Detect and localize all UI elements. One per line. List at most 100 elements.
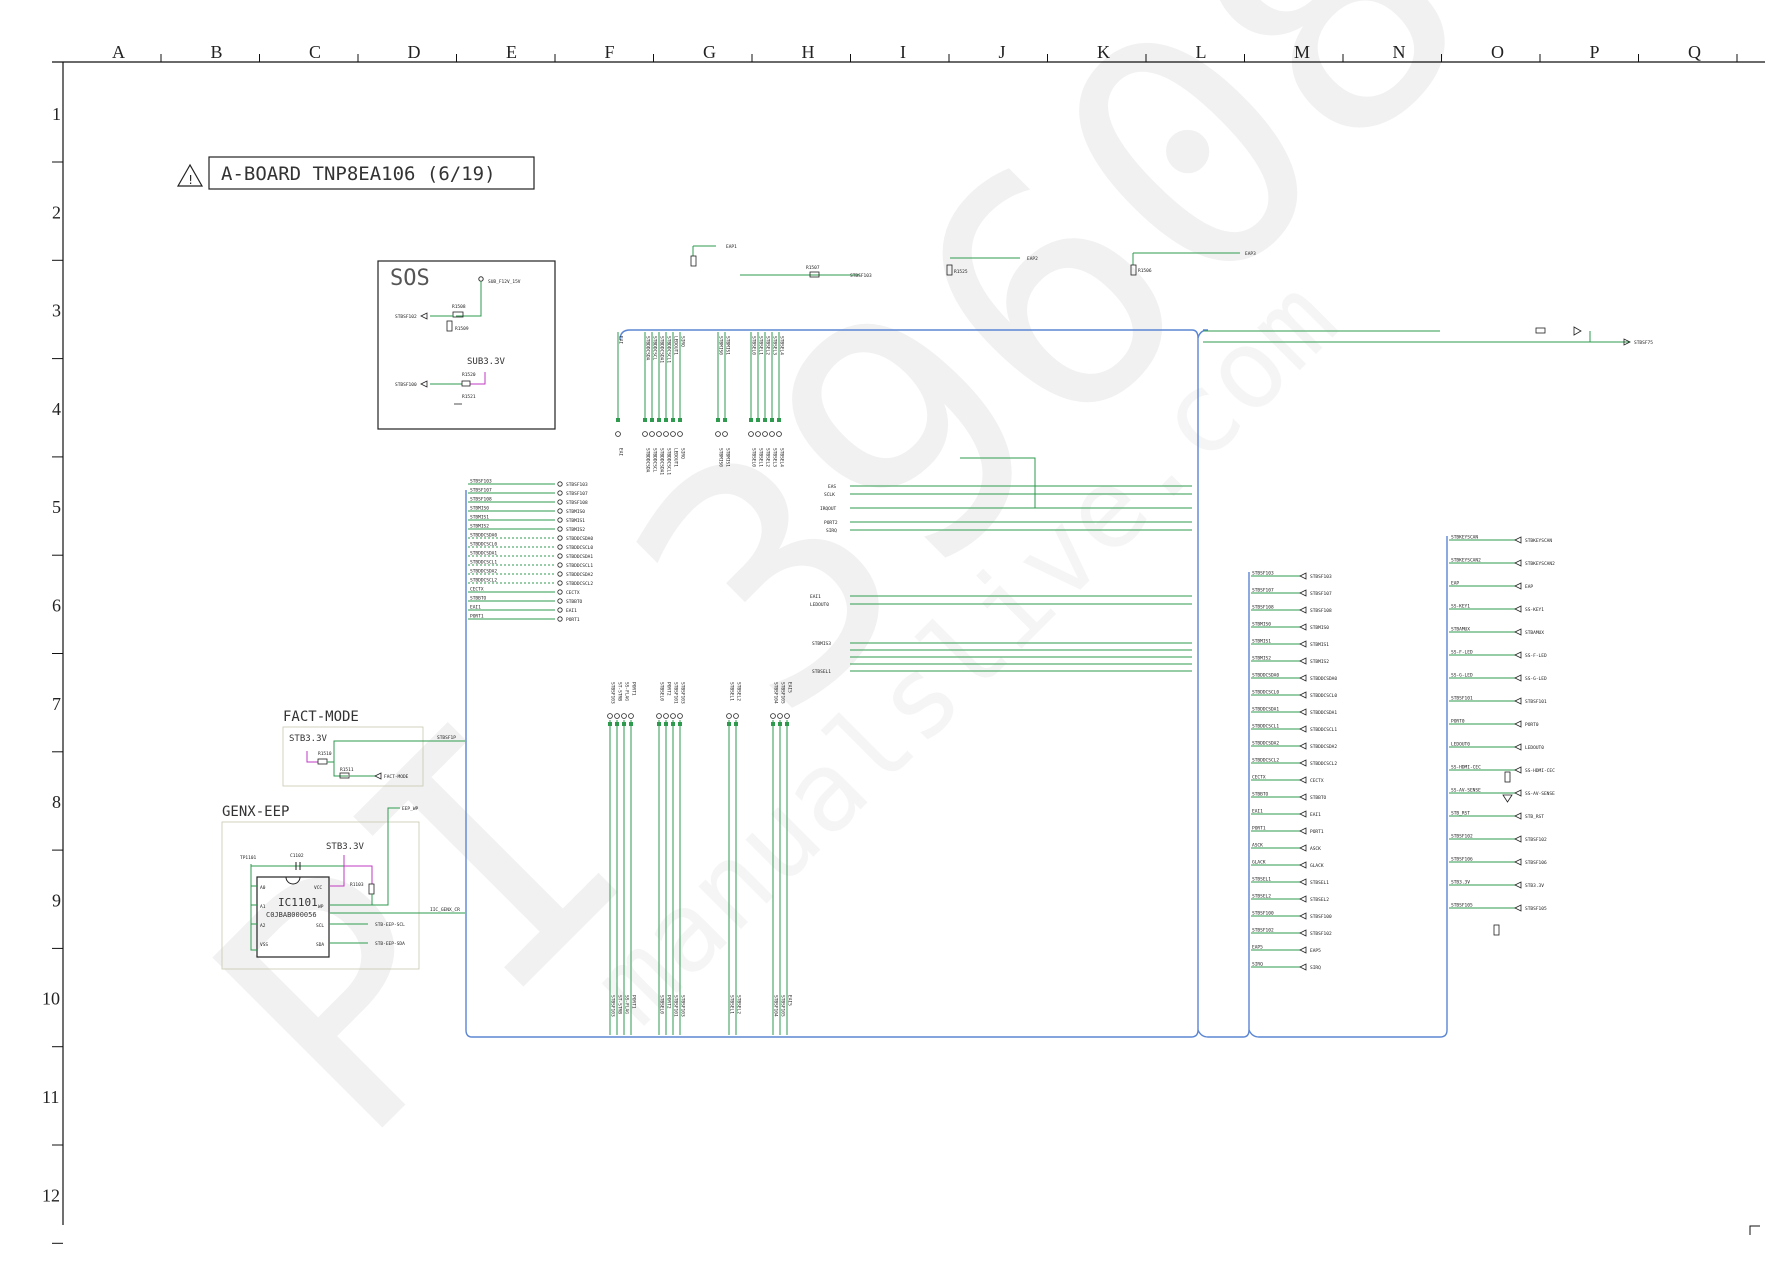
left-net-label-in: STBSF103 <box>470 479 492 485</box>
connector-net-label-in: STBMIS0 <box>1252 622 1271 628</box>
row-label: 9 <box>52 890 61 910</box>
bus-label-top-lower: LEDOUT1 <box>673 448 679 467</box>
far-right-net-label-out: LEDOUT0 <box>1525 745 1544 751</box>
far-right-net-label-in: STBSF106 <box>1451 857 1473 863</box>
junction-icon <box>657 418 661 422</box>
row-label: 10 <box>42 989 60 1009</box>
left-net-label-out: STBDDCSDA0 <box>566 536 593 542</box>
row-label: 11 <box>42 1087 59 1107</box>
warning-mark: ! <box>187 173 194 187</box>
bus-label-top: STBSEL2 <box>765 336 771 355</box>
connector-net-label-in: STBDDCSCL1 <box>1252 724 1279 730</box>
ic-pin-label: A0 <box>260 885 266 891</box>
far-right-net-label-out: PORT0 <box>1525 722 1539 728</box>
junction-icon <box>716 418 720 422</box>
ic-pin-label: A2 <box>260 923 266 929</box>
row-label: 4 <box>52 399 61 419</box>
connector-net-label-in: STBDDCSDA2 <box>1252 741 1279 747</box>
ic-pin-label: SDA <box>316 942 324 948</box>
far-right-net-label-out: STBKEYSCAN2 <box>1525 561 1555 567</box>
connector-net-label-out: STBMIS1 <box>1310 642 1329 648</box>
bus-label-bottom: STBSF104 <box>773 682 779 704</box>
far-right-net-label-out: STBSF106 <box>1525 860 1547 866</box>
left-net-label-out: STBSF107 <box>566 491 588 497</box>
connector-net-label-in: STBSEL1 <box>1252 877 1271 883</box>
column-label: D <box>408 42 421 62</box>
connector-net-label-in: STBBTO <box>1252 792 1269 798</box>
connector-net-label-out: STBDDCSDA2 <box>1310 744 1337 750</box>
bus-label-top: STBSEL1 <box>758 336 764 355</box>
column-label: Q <box>1688 42 1701 62</box>
top-net-label: EAP2 <box>1027 256 1038 262</box>
far-right-net-label-in: SS-F-LED <box>1451 650 1473 656</box>
connector-net-label-in: STBDDCSDA1 <box>1252 707 1279 713</box>
far-right-net-label-in: STBSF101 <box>1451 696 1473 702</box>
left-net-label-in: STBDDCSCL0 <box>470 542 497 548</box>
bus-label-bottom-lower: EAI5 <box>787 995 793 1006</box>
genx-eep-title: GENX-EEP <box>222 804 289 820</box>
far-right-net-label-in: SS-KEY1 <box>1451 604 1470 610</box>
far-right-net-label-in: STBKEYSCAN2 <box>1451 558 1481 564</box>
far-right-net-label-out: SS-F-LED <box>1525 653 1547 659</box>
column-label: B <box>211 42 223 62</box>
bus-label-bottom: STBSF103 <box>680 682 686 704</box>
connector-net-label-out: STBDDCSDA0 <box>1310 676 1337 682</box>
top-net-label: STBSF75 <box>1634 340 1653 346</box>
bus-label-top-lower: STBSEL4 <box>779 448 785 467</box>
left-net-label-out: STBMIS2 <box>566 527 585 533</box>
far-right-net-label-in: SS-HDMI-CEC <box>1451 765 1481 771</box>
bus-label-bottom: STBSF103 <box>610 682 616 704</box>
connector-net-label-out: CECTX <box>1310 778 1324 784</box>
connector-net-label-in: STBDDCSCL2 <box>1252 758 1279 764</box>
junction-icon <box>657 722 661 726</box>
connector-net-label-out: SIRQ <box>1310 965 1321 971</box>
far-right-net-label-out: SS-G-LED <box>1525 676 1547 682</box>
bus-label-top-lower: SIRQ <box>680 448 686 459</box>
junction-icon <box>756 418 760 422</box>
junction-icon <box>785 722 789 726</box>
ic-pin-label: VCC <box>314 885 322 891</box>
top-net-label: R1525 <box>954 269 968 275</box>
left-net-label-out: PORT1 <box>566 617 580 623</box>
sos-net-label: STBSF102 <box>395 314 417 320</box>
far-right-net-label-in: STBSF102 <box>1451 834 1473 840</box>
connector-net-label-out: STBSF102 <box>1310 931 1332 937</box>
far-right-net-label-in: STBKEYSCAN <box>1451 535 1478 541</box>
bus-label-top-lower: STBMIS0 <box>718 448 724 467</box>
left-net-label-out: STBDDCSCL1 <box>566 563 593 569</box>
bus-label-bottom-lower: STBSEL2 <box>736 995 742 1014</box>
column-label: F <box>605 42 615 62</box>
left-net-label-out: STBDDCSDA1 <box>566 554 593 560</box>
fact-resistor-label: R1511 <box>340 767 354 773</box>
connector-net-label-out: STBDDCSCL2 <box>1310 761 1337 767</box>
junction-icon <box>678 418 682 422</box>
genx-net-label: STB-EEP-SDA <box>375 941 405 947</box>
fact-net-label: FACT-MODE <box>384 774 409 780</box>
row-label: 6 <box>52 596 61 616</box>
bus-label-bottom-lower: SS-FLAG <box>624 995 630 1014</box>
bus-label-top: STBMIS1 <box>725 336 731 355</box>
bus-label-bottom-lower: STBSF104 <box>773 995 779 1017</box>
bus-label-bottom: SS-FLAG <box>624 682 630 701</box>
left-net-label-out: STBMIS1 <box>566 518 585 524</box>
fact-resistor-label: R1510 <box>318 751 332 757</box>
mid-net-label: LEDOUT0 <box>810 602 829 608</box>
far-right-net-label-out: SS-HDMI-CEC <box>1525 768 1555 774</box>
column-label: E <box>506 42 517 62</box>
connector-net-label-out: STBDDCSDA1 <box>1310 710 1337 716</box>
left-net-label-out: STBSF108 <box>566 500 588 506</box>
far-right-net-label-out: STBKEYSCAN <box>1525 538 1552 544</box>
column-label: C <box>309 42 321 62</box>
left-net-label-out: STBDDCSCL2 <box>566 581 593 587</box>
far-right-net-label-out: SS-AV-SENSE <box>1525 791 1555 797</box>
far-right-net-label-out: STBSF105 <box>1525 906 1547 912</box>
left-net-label-in: STBDDCSCL2 <box>470 578 497 584</box>
far-right-net-label-out: STBSF102 <box>1525 837 1547 843</box>
column-label: O <box>1491 42 1504 62</box>
genx-net-label: EEP_WP <box>402 806 419 812</box>
fact-net-label: STBSF1P <box>437 735 456 741</box>
left-net-label-in: STBMIS2 <box>470 524 489 530</box>
bus-label-top: STBSEL3 <box>772 336 778 355</box>
top-net-label: R1507 <box>806 265 820 271</box>
connector-net-label-out: STBSEL1 <box>1310 880 1329 886</box>
